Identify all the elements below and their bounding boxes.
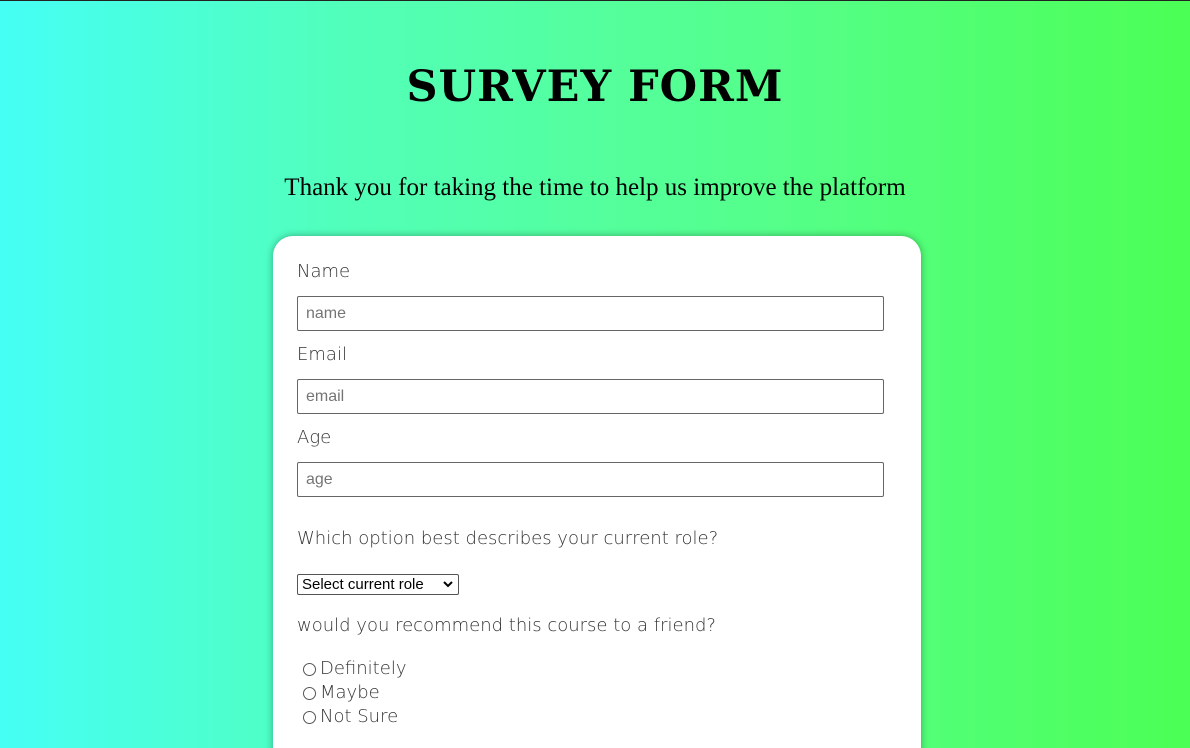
- chevron-down-icon: [442, 576, 454, 595]
- survey-form: Name Email Age Which option best describ…: [273, 236, 921, 748]
- name-label: Name: [297, 261, 351, 282]
- page-subtitle: Thank you for taking the time to help us…: [284, 174, 906, 201]
- recommend-option-maybe[interactable]: Maybe: [303, 681, 380, 705]
- radio-label: Definitely: [320, 658, 407, 679]
- radio-label: Maybe: [320, 682, 380, 703]
- radio-button[interactable]: [303, 686, 316, 700]
- email-label: Email: [297, 344, 347, 365]
- name-input[interactable]: [297, 296, 884, 331]
- recommend-option-definitely[interactable]: Definitely: [303, 657, 406, 681]
- role-select-value: Select current role: [302, 576, 424, 593]
- email-input[interactable]: [297, 379, 884, 414]
- age-input[interactable]: [297, 462, 884, 497]
- recommend-option-not-sure[interactable]: Not Sure: [303, 705, 398, 729]
- age-label: Age: [297, 427, 332, 448]
- role-question: Which option best describes your current…: [297, 528, 719, 549]
- role-select[interactable]: Select current role: [297, 574, 459, 595]
- page-title: SURVEY FORM: [406, 62, 784, 112]
- radio-label: Not Sure: [320, 706, 399, 727]
- recommend-question: would you recommend this course to a fri…: [297, 615, 716, 636]
- radio-button[interactable]: [303, 662, 316, 676]
- radio-button[interactable]: [303, 710, 316, 724]
